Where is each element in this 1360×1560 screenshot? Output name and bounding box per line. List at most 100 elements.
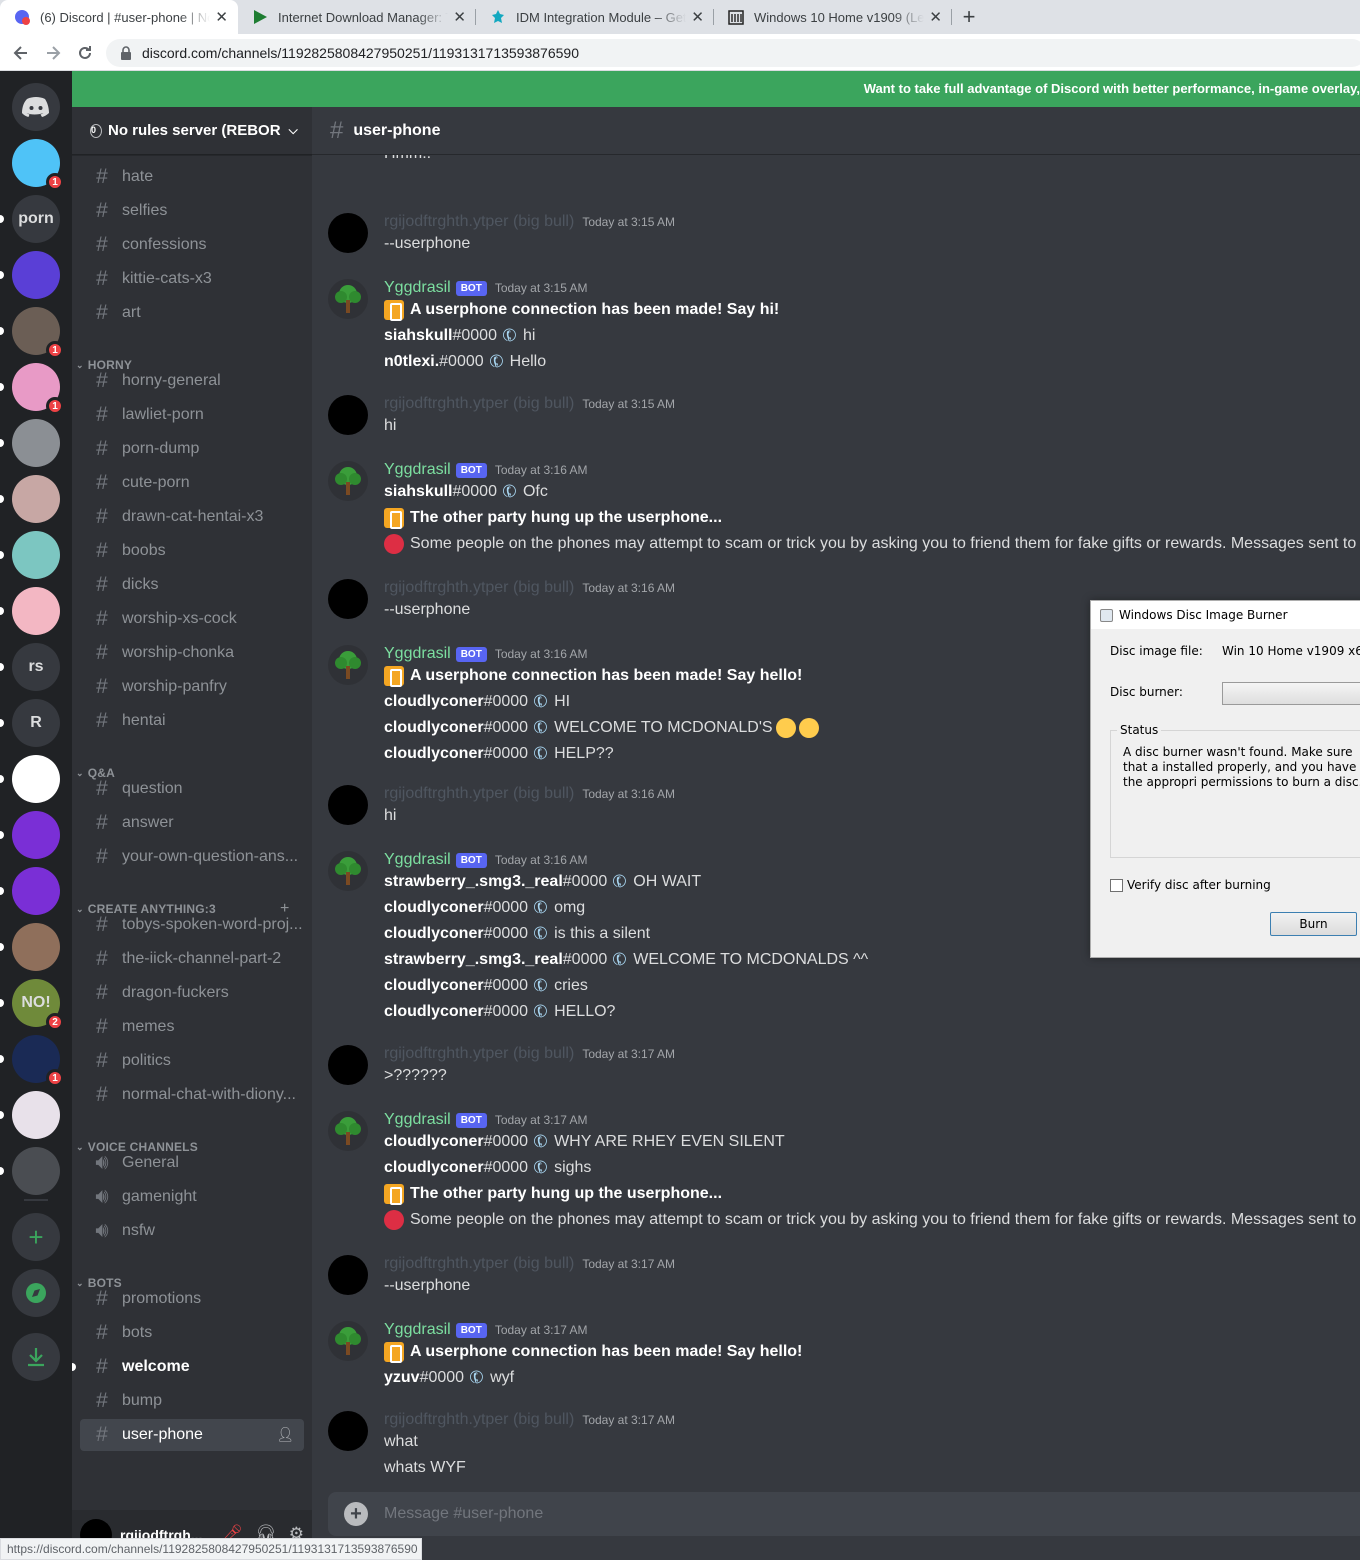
channel-art[interactable]: # art: [80, 297, 304, 329]
channel-dragon-fuckers[interactable]: # dragon-fuckers: [80, 977, 304, 1009]
ferret-server-icon[interactable]: 1: [12, 307, 64, 359]
message-author[interactable]: Yggdrasil: [384, 1321, 451, 1339]
browser-tab[interactable]: (6) Discord | #user-phone | No ru ✕: [0, 0, 238, 34]
channel-normal-chat-with-diony[interactable]: # normal-chat-with-diony...: [80, 1079, 304, 1111]
address-bar[interactable]: discord.com/channels/1192825808427950251…: [106, 39, 1360, 67]
server-icon[interactable]: rs: [12, 643, 60, 691]
channel-lawliet-porn[interactable]: # lawliet-porn: [80, 399, 304, 431]
dark-space-server-icon[interactable]: 1: [12, 1035, 64, 1087]
dialog-titlebar[interactable]: Windows Disc Image Burner: [1091, 601, 1360, 629]
close-icon[interactable]: ✕: [929, 8, 942, 26]
channel-welcome[interactable]: # welcome: [72, 1351, 304, 1383]
message-author[interactable]: rgijodftrghth.ytper (big bull): [384, 395, 574, 413]
discord-home-icon[interactable]: [12, 83, 60, 131]
add-server-button[interactable]: +: [12, 1213, 60, 1261]
sunglasses-server-icon[interactable]: [12, 755, 60, 803]
close-icon[interactable]: ✕: [453, 8, 466, 26]
channel-general[interactable]: 🔊︎ General: [80, 1147, 304, 1179]
channel-selfies[interactable]: # selfies: [80, 195, 304, 227]
message-author[interactable]: Yggdrasil: [384, 1111, 451, 1129]
browser-tab[interactable]: IDM Integration Module – Get th ✕: [476, 0, 714, 34]
channel-porn-dump[interactable]: # porn-dump: [80, 433, 304, 465]
channel-kittie-cats-x3[interactable]: # kittie-cats-x3: [80, 263, 304, 295]
close-icon[interactable]: ✕: [215, 8, 228, 26]
channel-boobs[interactable]: # boobs: [80, 535, 304, 567]
tree-avatar-icon[interactable]: [328, 279, 368, 319]
burn-button[interactable]: Burn: [1270, 912, 1357, 936]
anime-white-server-icon[interactable]: [12, 1091, 60, 1139]
message-author[interactable]: rgijodftrghth.ytper (big bull): [384, 1411, 574, 1429]
avatar[interactable]: [328, 395, 368, 435]
channel-user-phone[interactable]: # user-phone 👤︎: [80, 1419, 304, 1451]
message-author[interactable]: Yggdrasil: [384, 851, 451, 869]
colorful-server-icon[interactable]: [12, 531, 60, 579]
server-icon[interactable]: porn: [12, 195, 60, 243]
message-composer[interactable]: + Message #user-phone: [328, 1492, 1360, 1536]
message-author[interactable]: rgijodftrghth.ytper (big bull): [384, 1045, 574, 1063]
avatar[interactable]: [328, 213, 368, 253]
message-author[interactable]: rgijodftrghth.ytper (big bull): [384, 785, 574, 803]
emoji-server-icon[interactable]: 1: [12, 139, 64, 191]
avatar[interactable]: [328, 579, 368, 619]
wolf-server-icon[interactable]: [12, 1147, 60, 1195]
avatar[interactable]: [328, 1411, 368, 1451]
verify-checkbox[interactable]: [1110, 878, 1123, 892]
channel-question[interactable]: # question: [80, 773, 304, 805]
back-button[interactable]: [8, 40, 34, 66]
channel-worship-chonka[interactable]: # worship-chonka: [80, 637, 304, 669]
anime-art-server-icon[interactable]: [12, 475, 60, 523]
tree-avatar-icon[interactable]: [328, 851, 368, 891]
pink-face-server-icon[interactable]: [12, 587, 60, 635]
download-apps-button[interactable]: [12, 1333, 60, 1381]
verify-checkbox-row[interactable]: Verify disc after burning: [1110, 878, 1271, 892]
add-attachment-icon[interactable]: +: [344, 1502, 368, 1526]
channel-nsfw[interactable]: 🔊︎ nsfw: [80, 1215, 304, 1247]
download-app-banner[interactable]: Want to take full advantage of Discord w…: [72, 71, 1360, 107]
channel-drawn-cat-hentai-x3[interactable]: # drawn-cat-hentai-x3: [80, 501, 304, 533]
tree-avatar-icon[interactable]: [328, 461, 368, 501]
channel-hate[interactable]: # hate: [80, 161, 304, 193]
film-reel-server-icon[interactable]: [12, 867, 60, 915]
channel-worship-xs-cock[interactable]: # worship-xs-cock: [80, 603, 304, 635]
channel-tobys-spoken-word-proj[interactable]: # tobys-spoken-word-proj...: [80, 909, 304, 941]
channel-memes[interactable]: # memes: [80, 1011, 304, 1043]
browser-tab[interactable]: Internet Download Manager: The ✕: [238, 0, 476, 34]
channel-bump[interactable]: # bump: [80, 1385, 304, 1417]
disc-burner-select[interactable]: [1222, 682, 1360, 705]
channel-the-iick-channel-part-2[interactable]: # the-iick-channel-part-2: [80, 943, 304, 975]
fox-server-icon[interactable]: [12, 419, 60, 467]
close-icon[interactable]: ✕: [691, 8, 704, 26]
message-author[interactable]: Yggdrasil: [384, 461, 451, 479]
channel-cute-porn[interactable]: # cute-porn: [80, 467, 304, 499]
anime-girl-server-icon[interactable]: 1: [12, 363, 64, 415]
tree-avatar-icon[interactable]: [328, 645, 368, 685]
channel-gamenight[interactable]: 🔊︎ gamenight: [80, 1181, 304, 1213]
message-author[interactable]: Yggdrasil: [384, 279, 451, 297]
tree-avatar-icon[interactable]: [328, 1111, 368, 1151]
channel-answer[interactable]: # answer: [80, 807, 304, 839]
channel-promotions[interactable]: # promotions: [80, 1283, 304, 1315]
channel-worship-panfry[interactable]: # worship-panfry: [80, 671, 304, 703]
server-header[interactable]: 0 No rules server (REBOR ⌵: [72, 107, 312, 155]
browser-tab[interactable]: Windows 10 Home v1909 (Lenov ✕: [714, 0, 952, 34]
channel-politics[interactable]: # politics: [80, 1045, 304, 1077]
channel-dicks[interactable]: # dicks: [80, 569, 304, 601]
server-icon[interactable]: R: [12, 699, 60, 747]
message-author[interactable]: rgijodftrghth.ytper (big bull): [384, 213, 574, 231]
reload-button[interactable]: [72, 40, 98, 66]
message-author[interactable]: Yggdrasil: [384, 645, 451, 663]
message-author[interactable]: rgijodftrghth.ytper (big bull): [384, 579, 574, 597]
forward-button[interactable]: [40, 40, 66, 66]
purple-cat-server-icon[interactable]: [12, 251, 60, 299]
channel-bots[interactable]: # bots: [80, 1317, 304, 1349]
avatar[interactable]: [328, 1255, 368, 1295]
server-icon[interactable]: NO! 2: [12, 979, 64, 1031]
tree-avatar-icon[interactable]: [328, 1321, 368, 1361]
boy-server-icon[interactable]: [12, 923, 60, 971]
avatar[interactable]: [328, 785, 368, 825]
message-author[interactable]: rgijodftrghth.ytper (big bull): [384, 1255, 574, 1273]
film-reel-server-icon[interactable]: [12, 811, 60, 859]
invite-icon[interactable]: 👤︎: [276, 1426, 294, 1443]
channel-horny-general[interactable]: # horny-general: [80, 365, 304, 397]
channel-your-own-question-ans[interactable]: # your-own-question-ans...: [80, 841, 304, 873]
